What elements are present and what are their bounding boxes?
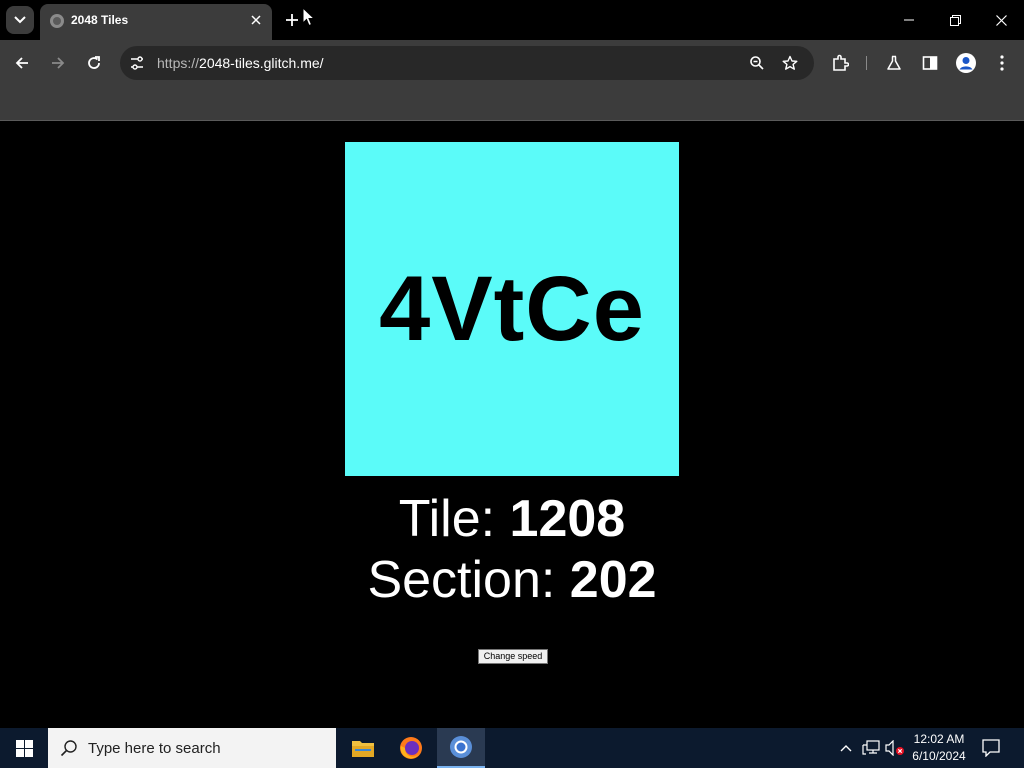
bookmark-button[interactable] [775, 48, 805, 78]
toolbar-divider [866, 56, 867, 70]
tab-2048-tiles[interactable]: 2048 Tiles [40, 4, 272, 40]
tab-title: 2048 Tiles [71, 13, 129, 27]
minimize-button[interactable] [886, 0, 932, 40]
reload-button[interactable] [79, 48, 109, 78]
change-speed-button[interactable]: Change speed [478, 649, 548, 664]
address-bar[interactable]: https://2048-tiles.glitch.me/ [120, 46, 814, 80]
profile-button[interactable] [951, 48, 981, 78]
plus-icon [286, 14, 298, 26]
url-scheme: https:// [157, 55, 200, 71]
close-icon [251, 15, 261, 25]
volume-muted-icon [885, 740, 904, 756]
firefox-icon [400, 737, 422, 759]
url-host: 2048-tiles.glitch.me/ [199, 55, 324, 71]
close-icon [995, 14, 1007, 26]
volume-button[interactable] [885, 738, 905, 758]
zoom-icon [750, 56, 764, 70]
labs-button[interactable] [879, 48, 909, 78]
reload-icon [88, 56, 100, 69]
action-center-button[interactable] [981, 738, 1001, 758]
tile-display: 4VtCe [345, 142, 679, 476]
globe-icon [50, 14, 64, 28]
back-icon [15, 57, 28, 69]
browser-menu-button[interactable] [987, 48, 1017, 78]
page-content: 4VtCe Tile: 1208 Section: 202 Change spe… [0, 121, 1024, 728]
start-button[interactable] [0, 728, 48, 768]
tile-label: Tile: [398, 490, 510, 548]
search-icon [60, 740, 77, 757]
bookmarks-bar [0, 86, 1024, 121]
forward-icon [52, 57, 65, 69]
chevron-up-icon [840, 745, 852, 752]
site-info-icon [131, 56, 143, 70]
taskbar-search-box[interactable]: Type here to search [48, 728, 336, 768]
profile-icon [956, 53, 976, 73]
tile-number-line: Tile: 1208 [0, 489, 1024, 549]
restore-button[interactable] [932, 0, 978, 40]
taskbar-file-explorer[interactable] [339, 728, 387, 768]
menu-icon [1000, 55, 1004, 71]
clock-date: 6/10/2024 [912, 749, 966, 763]
mouse-cursor-icon [302, 7, 316, 27]
show-hidden-icons-button[interactable] [836, 738, 856, 758]
tile-code: 4VtCe [379, 257, 645, 360]
url-text: https://2048-tiles.glitch.me/ [157, 55, 324, 71]
taskbar: Type here to search 12:02 AM 6/10/2024 [0, 728, 1024, 768]
section-label: Section: [367, 551, 570, 609]
section-number: 202 [569, 551, 657, 609]
notifications-icon [982, 739, 1000, 757]
close-window-button[interactable] [978, 0, 1024, 40]
chrome-icon [450, 736, 472, 758]
tab-search-button[interactable] [6, 6, 34, 34]
windows-icon [15, 739, 33, 757]
clock-time: 12:02 AM [913, 732, 965, 746]
network-icon [862, 740, 880, 755]
side-panel-button[interactable] [915, 48, 945, 78]
site-info-button[interactable] [122, 48, 152, 78]
extensions-button[interactable] [825, 48, 855, 78]
tab-close-button[interactable] [248, 12, 264, 28]
section-number-line: Section: 202 [0, 550, 1024, 610]
tile-number: 1208 [509, 490, 626, 548]
zoom-button[interactable] [742, 48, 772, 78]
side-panel-icon [922, 56, 938, 70]
minimize-icon [904, 19, 914, 21]
system-clock[interactable]: 12:02 AM 6/10/2024 [904, 731, 974, 765]
back-button[interactable] [7, 48, 37, 78]
restore-icon [949, 14, 961, 26]
network-button[interactable] [861, 738, 881, 758]
tab-search-icon [14, 16, 26, 24]
labs-icon [887, 55, 901, 70]
taskbar-firefox[interactable] [387, 728, 435, 768]
extensions-icon [833, 54, 849, 71]
title-bar: 2048 Tiles [0, 0, 1024, 40]
star-icon [782, 55, 798, 70]
taskbar-chrome[interactable] [437, 728, 485, 768]
browser-toolbar: https://2048-tiles.glitch.me/ [0, 40, 1024, 86]
file-explorer-icon [352, 741, 374, 757]
search-placeholder: Type here to search [88, 740, 221, 757]
forward-button[interactable] [43, 48, 73, 78]
